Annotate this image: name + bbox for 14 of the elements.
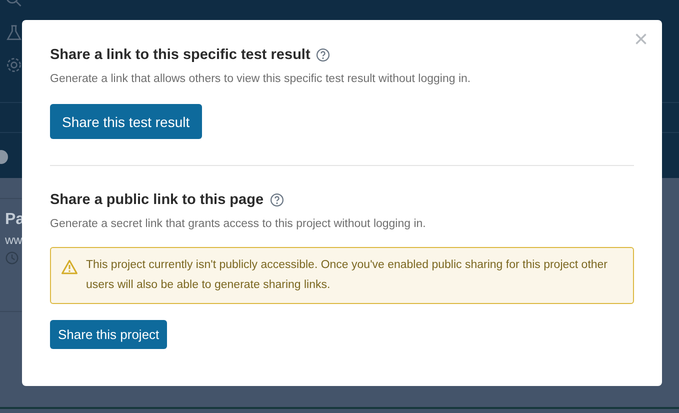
- section-description: Generate a secret link that grants access to this project without logging in.: [50, 218, 426, 230]
- share-button[interactable]: Share this project: [50, 320, 168, 349]
- help-icon[interactable]: [270, 193, 284, 207]
- section-title: Share a link to this specific test result: [50, 47, 310, 63]
- share-button[interactable]: Share this test result: [50, 104, 202, 139]
- flask-icon: [5, 24, 23, 42]
- section-description: Generate a link that allows others to view this specific test result without logging in.: [50, 73, 471, 85]
- gear-icon: [5, 56, 23, 74]
- card-url: ww: [5, 233, 24, 247]
- help-icon[interactable]: [316, 48, 330, 62]
- warning-text: This project currently isn't publicly accessible. Once you've enabled public sharing for this project other users will also be able to generate sharing links.: [86, 258, 609, 292]
- warning-icon: [61, 259, 78, 275]
- section-title: Share a public link to this page: [50, 192, 264, 208]
- clock-icon: [5, 251, 19, 265]
